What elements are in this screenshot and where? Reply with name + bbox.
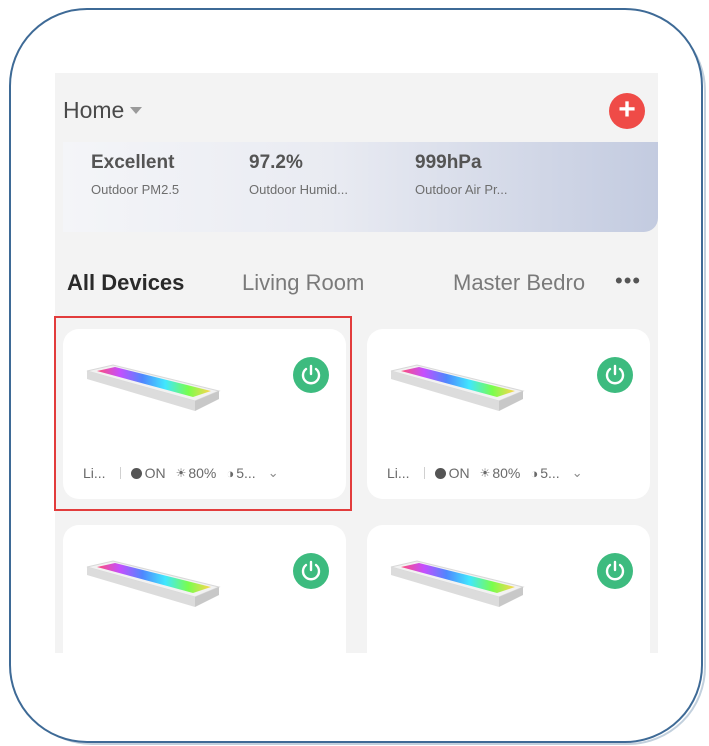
tab-master-bedroom[interactable]: Master Bedro — [453, 270, 585, 296]
color-temp-value: 5... — [540, 465, 560, 481]
light-bar-image — [86, 560, 221, 607]
selection-highlight — [54, 316, 352, 511]
room-tabs: All Devices Living Room Master Bedro ••• — [55, 258, 658, 298]
tab-all-devices[interactable]: All Devices — [67, 270, 184, 296]
power-state-icon — [434, 467, 446, 479]
power-button[interactable] — [293, 553, 329, 589]
device-name: Li... — [387, 465, 410, 481]
weather-item-humidity: 97.2% Outdoor Humid... — [249, 152, 348, 197]
weather-panel[interactable]: Excellent Outdoor PM2.5 97.2% Outdoor Hu… — [63, 142, 658, 232]
top-bar: Home + — [55, 73, 658, 143]
plus-icon: + — [618, 93, 636, 126]
weather-label: Outdoor PM2.5 — [91, 182, 180, 197]
weather-item-pm25: Excellent Outdoor PM2.5 — [91, 152, 179, 197]
chevron-down-icon[interactable]: ⌄ — [572, 465, 583, 481]
weather-label: Outdoor Air Pr... — [415, 182, 508, 197]
more-icon[interactable]: ••• — [615, 268, 641, 294]
light-bar-image — [390, 364, 525, 411]
tab-living-room[interactable]: Living Room — [242, 270, 364, 296]
chevron-down-icon — [130, 107, 143, 114]
weather-value: 999hPa — [415, 152, 482, 173]
weather-item-pressure: 999hPa Outdoor Air Pr... — [415, 152, 508, 197]
home-label: Home — [63, 97, 125, 123]
power-icon — [605, 560, 625, 581]
power-icon — [605, 364, 625, 385]
weather-value: 97.2% — [249, 152, 303, 173]
device-card[interactable] — [367, 525, 650, 653]
divider — [423, 467, 425, 479]
weather-label: Outdoor Humid... — [249, 182, 348, 197]
brightness-value: 80% — [492, 465, 521, 481]
weather-value: Excellent — [91, 152, 175, 173]
light-bar-image — [390, 560, 525, 607]
power-icon — [301, 560, 321, 581]
device-status-row: Li... ON ☀ 80% ◑ 5... ⌄ — [387, 465, 583, 481]
brightness-icon: ☀ — [479, 466, 491, 480]
device-card[interactable]: Li... ON ☀ 80% ◑ 5... ⌄ — [367, 329, 650, 499]
power-state: ON — [448, 465, 470, 481]
color-temp-icon: ◑ — [530, 465, 539, 481]
power-button[interactable] — [597, 553, 633, 589]
home-selector[interactable]: Home — [63, 97, 143, 124]
add-device-button[interactable]: + — [609, 93, 645, 129]
device-card[interactable] — [63, 525, 346, 653]
power-button[interactable] — [597, 357, 633, 393]
